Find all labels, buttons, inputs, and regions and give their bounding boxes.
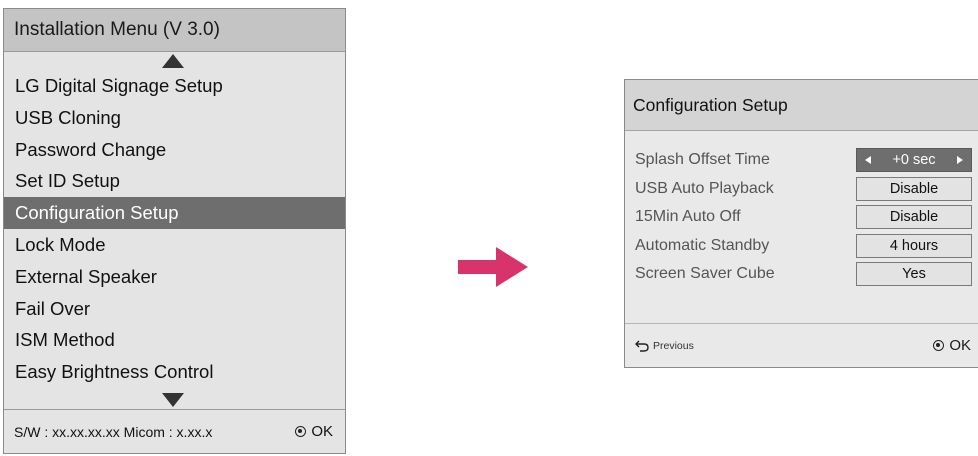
splash-offset-time-selector[interactable]: +0 sec	[856, 148, 972, 173]
ok-button[interactable]: OK	[295, 423, 333, 440]
setting-label: Automatic Standby	[635, 236, 770, 254]
menu-item-configuration-setup[interactable]: Configuration Setup	[4, 197, 345, 229]
automatic-standby-button[interactable]: 4 hours	[856, 233, 972, 258]
installation-menu-title: Installation Menu (V 3.0)	[4, 9, 345, 52]
menu-item-easy-brightness-control[interactable]: Easy Brightness Control	[4, 356, 345, 388]
usb-auto-playback-button[interactable]: Disable	[856, 176, 972, 201]
ok-circle-icon	[933, 340, 945, 351]
setting-label: Screen Saver Cube	[635, 265, 775, 283]
ok-label: OK	[949, 337, 971, 354]
setting-value: +0 sec	[892, 152, 936, 169]
setting-row-usb-auto-playback: USB Auto Playback Disable	[625, 175, 978, 204]
setting-label: Splash Offset Time	[635, 151, 770, 169]
menu-item-set-id-setup[interactable]: Set ID Setup	[4, 165, 345, 197]
version-info: S/W : xx.xx.xx.xx Micom : x.xx.x	[14, 423, 213, 440]
menu-item-usb-cloning[interactable]: USB Cloning	[4, 102, 345, 134]
configuration-setup-footer: Previous OK	[625, 323, 978, 367]
setting-row-screen-saver-cube: Screen Saver Cube Yes	[625, 260, 978, 289]
right-arrow-icon	[458, 247, 528, 287]
menu-item-fail-over[interactable]: Fail Over	[4, 293, 345, 325]
back-arrow-icon	[635, 340, 649, 352]
setting-label: 15Min Auto Off	[635, 208, 741, 226]
configuration-setup-panel: Configuration Setup Splash Offset Time +…	[624, 79, 978, 368]
arrow-right-icon[interactable]	[957, 156, 963, 165]
previous-label: Previous	[653, 339, 694, 352]
setting-label: USB Auto Playback	[635, 179, 774, 197]
configuration-setup-title: Configuration Setup	[625, 80, 978, 131]
ok-button[interactable]: OK	[933, 337, 971, 354]
ok-label: OK	[311, 423, 333, 440]
configuration-setup-rows: Splash Offset Time +0 sec USB Auto Playb…	[625, 146, 978, 289]
menu-item-lg-digital-signage-setup[interactable]: LG Digital Signage Setup	[4, 70, 345, 102]
setting-row-automatic-standby: Automatic Standby 4 hours	[625, 232, 978, 261]
installation-menu-footer: S/W : xx.xx.xx.xx Micom : x.xx.x OK	[4, 409, 345, 453]
arrow-left-icon[interactable]	[865, 156, 871, 165]
setting-row-splash-offset-time: Splash Offset Time +0 sec	[625, 146, 978, 175]
15min-auto-off-button[interactable]: Disable	[856, 205, 972, 230]
menu-item-ism-method[interactable]: ISM Method	[4, 324, 345, 356]
installation-menu-panel: Installation Menu (V 3.0) LG Digital Sig…	[3, 8, 346, 454]
scroll-up-icon[interactable]	[162, 54, 184, 68]
menu-item-password-change[interactable]: Password Change	[4, 134, 345, 166]
setting-row-15min-auto-off: 15Min Auto Off Disable	[625, 203, 978, 232]
screen-saver-cube-button[interactable]: Yes	[856, 262, 972, 287]
scroll-down-icon[interactable]	[162, 393, 184, 407]
previous-button[interactable]: Previous	[635, 340, 694, 352]
menu-item-lock-mode[interactable]: Lock Mode	[4, 229, 345, 261]
menu-item-external-speaker[interactable]: External Speaker	[4, 261, 345, 293]
installation-menu-list: LG Digital Signage Setup USB Cloning Pas…	[4, 70, 345, 388]
ok-circle-icon	[295, 426, 307, 437]
